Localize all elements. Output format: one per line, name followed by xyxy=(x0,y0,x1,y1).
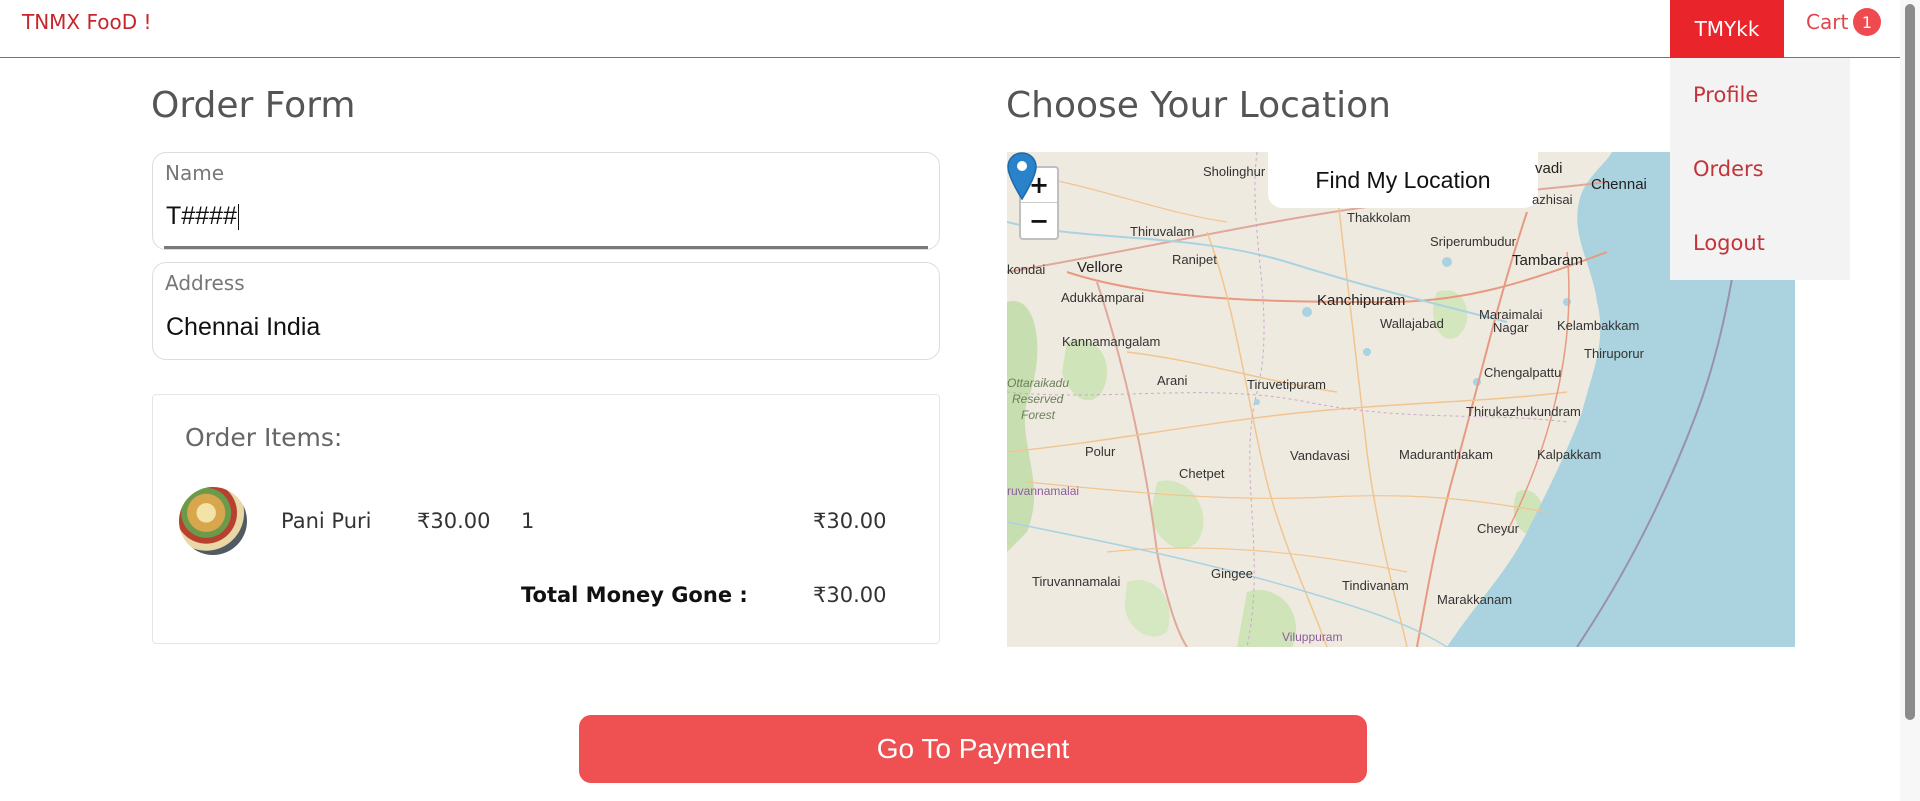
map-label-tiruvannamalai-top: ruvannamalai xyxy=(1007,484,1080,498)
item-subtotal: ₹30.00 xyxy=(813,509,887,533)
top-navbar: TNMX FooD ! TMYkk Cart 1 xyxy=(0,0,1900,58)
page-scrollbar-thumb[interactable] xyxy=(1905,4,1915,720)
map-label-adukkamparai: Adukkamparai xyxy=(1061,290,1145,305)
name-input-value: T#### xyxy=(166,202,237,230)
map-label-thiruporur: Thiruporur xyxy=(1584,346,1644,361)
name-field-label: Name xyxy=(165,161,225,185)
brand-logo[interactable]: TNMX FooD ! xyxy=(22,10,152,34)
text-caret xyxy=(237,204,239,231)
order-items-title: Order Items: xyxy=(185,423,343,452)
total-label: Total Money Gone : xyxy=(521,583,748,607)
total-value: ₹30.00 xyxy=(813,583,887,607)
map-label-forest: Forest xyxy=(1021,408,1056,422)
menu-item-orders[interactable]: Orders xyxy=(1693,157,1764,181)
map-label-thakkolam: Thakkolam xyxy=(1347,210,1411,225)
map-label-kanchipuram: Kanchipuram xyxy=(1317,292,1406,309)
location-title: Choose Your Location xyxy=(1006,85,1391,126)
location-marker-icon[interactable] xyxy=(1007,152,1037,200)
map-label-tiruvannamalai: Tiruvannamalai xyxy=(1032,574,1121,589)
name-input[interactable]: T#### xyxy=(166,202,239,231)
zoom-out-button[interactable]: − xyxy=(1021,203,1057,238)
map-label-tindivanam: Tindivanam xyxy=(1342,578,1409,593)
map-label-arani: Arani xyxy=(1157,373,1188,388)
item-price: ₹30.00 xyxy=(417,509,491,533)
map-label-cheyur: Cheyur xyxy=(1477,521,1519,536)
map-label-sholinghur: Sholinghur xyxy=(1203,164,1266,179)
map-label-chengalpattu: Chengalpattu xyxy=(1484,365,1562,380)
map-label-sriperumbudur: Sriperumbudur xyxy=(1430,234,1516,249)
address-field[interactable]: Address Chennai India xyxy=(152,262,940,360)
order-form-title: Order Form xyxy=(151,85,356,126)
user-menu-button[interactable]: TMYkk xyxy=(1670,0,1784,58)
name-field-underline xyxy=(164,246,928,249)
item-quantity: 1 xyxy=(521,509,535,533)
map-label-vellore: Vellore xyxy=(1077,259,1123,276)
map-label-reserved: Reserved xyxy=(1012,392,1064,406)
item-name: Pani Puri xyxy=(281,509,372,533)
map-label-ottaraikadu: Ottaraikadu xyxy=(1007,376,1070,390)
map-label-marakkanam: Marakkanam xyxy=(1437,592,1513,607)
map-label-kelambakkam: Kelambakkam xyxy=(1557,318,1640,333)
map-label-thirukazhukundram: Thirukazhukundram xyxy=(1466,404,1581,419)
map-label-kalpakkam: Kalpakkam xyxy=(1537,447,1602,462)
find-my-location-button[interactable]: Find My Location xyxy=(1268,152,1538,208)
map-label-polur: Polur xyxy=(1085,444,1116,459)
map-label-ranipet: Ranipet xyxy=(1172,252,1217,267)
map-label-viluppuram: Viluppuram xyxy=(1282,630,1343,644)
address-input[interactable]: Chennai India xyxy=(166,313,320,342)
map-label-chetpet: Chetpet xyxy=(1179,466,1225,481)
address-field-label: Address xyxy=(165,271,245,295)
map-label-tiruvetipuram: Tiruvetipuram xyxy=(1247,377,1326,392)
menu-item-profile[interactable]: Profile xyxy=(1693,83,1758,107)
map-label-kondai: kondai xyxy=(1007,262,1046,277)
map-label-maduranthakam: Maduranthakam xyxy=(1399,447,1493,462)
map-label-nagar: Nagar xyxy=(1493,320,1529,335)
map-label-thiruvalam: Thiruvalam xyxy=(1130,224,1195,239)
name-field[interactable]: Name T#### xyxy=(152,152,940,250)
map-label-kazhisai: azhisai xyxy=(1532,192,1573,207)
map-label-vandavasi: Vandavasi xyxy=(1290,448,1350,463)
map-label-wallajabad: Wallajabad xyxy=(1380,316,1444,331)
user-dropdown-menu: Profile Orders Logout xyxy=(1670,58,1850,280)
cart-count-badge[interactable]: 1 xyxy=(1853,8,1881,36)
map-label-kannamangalam: Kannamangalam xyxy=(1062,334,1161,349)
map-label-avadi: vadi xyxy=(1535,160,1563,177)
cart-link[interactable]: Cart xyxy=(1806,10,1848,34)
map-label-chennai: Chennai xyxy=(1591,176,1647,193)
menu-item-logout[interactable]: Logout xyxy=(1693,231,1765,255)
pani-puri-food-image xyxy=(179,487,247,555)
go-to-payment-button[interactable]: Go To Payment xyxy=(579,715,1367,783)
map-label-gingee: Gingee xyxy=(1211,566,1253,581)
map-label-tambaram: Tambaram xyxy=(1512,252,1583,269)
order-items-panel: Order Items: Pani Puri ₹30.00 1 ₹30.00 T… xyxy=(152,394,940,644)
